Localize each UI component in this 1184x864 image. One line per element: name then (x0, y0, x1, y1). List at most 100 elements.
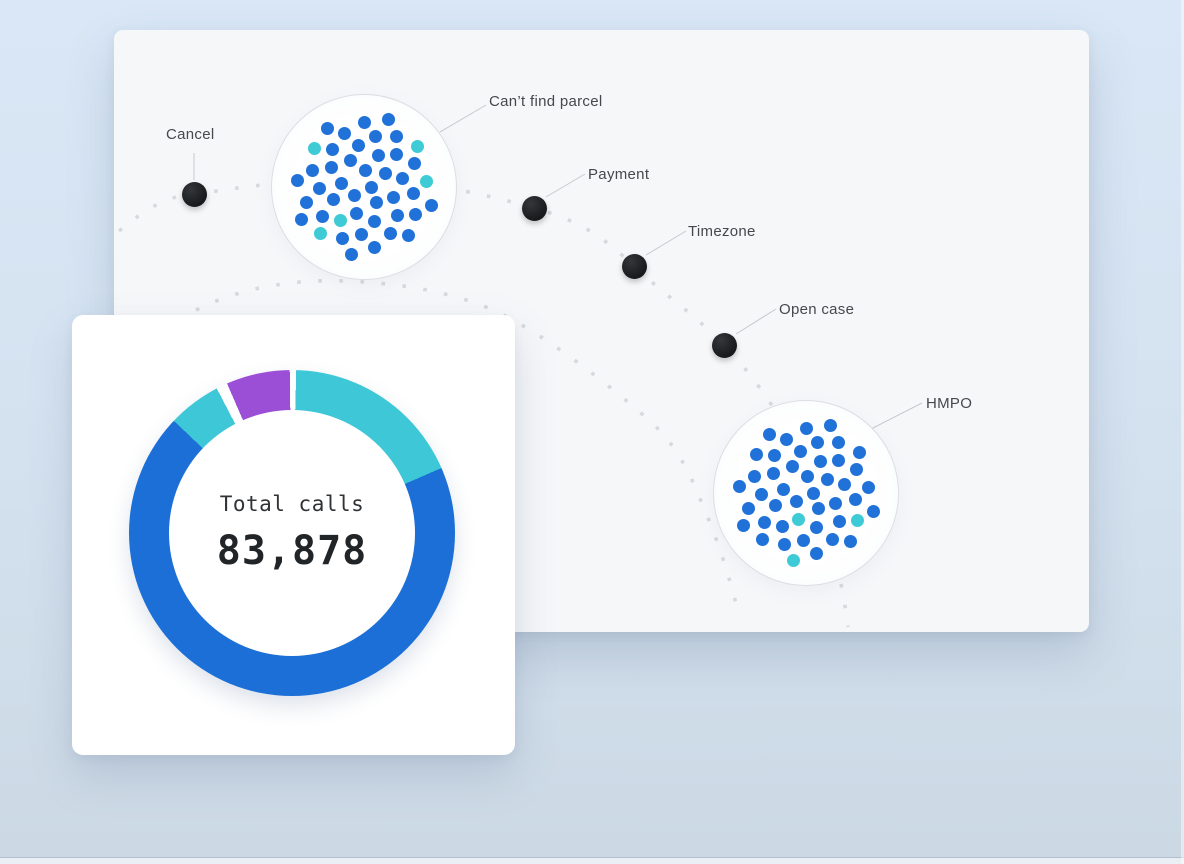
bubble-dot (811, 436, 824, 449)
bubble-dot (365, 181, 378, 194)
bubble-dot (807, 487, 820, 500)
bubble-dot (737, 519, 750, 532)
bubble-dot (755, 488, 768, 501)
bubble-dot (797, 534, 810, 547)
bubble-dot (821, 473, 834, 486)
bubble-dot (368, 215, 381, 228)
bubble-dot (336, 232, 349, 245)
bubble-dot (396, 172, 409, 185)
bubble-dot (812, 502, 825, 515)
bubble-dot (767, 467, 780, 480)
donut-center: Total calls 83,878 (169, 410, 415, 656)
bubble-dot (867, 505, 880, 518)
bubble-dot (833, 515, 846, 528)
bubble-dot (384, 227, 397, 240)
bubble-dot (390, 130, 403, 143)
bubble-dot (306, 164, 319, 177)
bubble-dot (851, 514, 864, 527)
bubble-dot (291, 174, 304, 187)
bubble-dot (409, 208, 422, 221)
bubble-dot (748, 470, 761, 483)
bubble-dot (321, 122, 334, 135)
bubble-dot (359, 164, 372, 177)
bubble-dot (325, 161, 338, 174)
bubble-dot (370, 196, 383, 209)
bubble-dot (369, 130, 382, 143)
bubble-dot (862, 481, 875, 494)
bubble-dot (780, 433, 793, 446)
bubble-dot (750, 448, 763, 461)
bubble-cluster-can-t-find-parcel[interactable] (271, 94, 457, 280)
bubble-dot (391, 209, 404, 222)
bubble-dot (372, 149, 385, 162)
bubble-dot (316, 210, 329, 223)
bubble-dot (358, 116, 371, 129)
bubble-dot (792, 513, 805, 526)
bubble-dot (794, 445, 807, 458)
bubble-dot (768, 449, 781, 462)
bubble-dot (769, 499, 782, 512)
bubble-dot (776, 520, 789, 533)
bubble-dot (379, 167, 392, 180)
bubble-dot (352, 139, 365, 152)
bubble-dot (387, 191, 400, 204)
bubble-dot (407, 187, 420, 200)
bubble-dot (382, 113, 395, 126)
bubble-dot (786, 460, 799, 473)
bubble-dot (334, 214, 347, 227)
bubble-cluster-hmpo[interactable] (713, 400, 899, 586)
bubble-dot (327, 193, 340, 206)
bubble-dot (425, 199, 438, 212)
bubble-dot (300, 196, 313, 209)
bubble-dot (758, 516, 771, 529)
bubble-dot (348, 189, 361, 202)
milestone-dot-open-case[interactable] (712, 333, 737, 358)
milestone-label-open-case: Open case (779, 301, 854, 318)
bubble-dot (326, 143, 339, 156)
bubble-dot (810, 547, 823, 560)
bubble-dot (800, 422, 813, 435)
bubble-dot (313, 182, 326, 195)
milestone-dot-timezone[interactable] (622, 254, 647, 279)
bubble-dot (390, 148, 403, 161)
bubble-dot (824, 419, 837, 432)
bubble-dot (345, 248, 358, 261)
screenshot-stage: CancelCan’t find parcelPaymentTimezoneOp… (0, 0, 1184, 864)
bubble-dot (733, 480, 746, 493)
bubble-dot (810, 521, 823, 534)
total-calls-card: Total calls 83,878 (72, 315, 515, 755)
milestone-label-cancel: Cancel (166, 126, 215, 143)
bubble-dot (844, 535, 857, 548)
milestone-dot-cancel[interactable] (182, 182, 207, 207)
bubble-dot (826, 533, 839, 546)
bubble-dot (742, 502, 755, 515)
bubble-dot (402, 229, 415, 242)
bubble-dot (408, 157, 421, 170)
milestone-label-payment: Payment (588, 166, 649, 183)
bubble-dot (838, 478, 851, 491)
bubble-dot (756, 533, 769, 546)
milestone-label-timezone: Timezone (688, 223, 756, 240)
bubble-dot (853, 446, 866, 459)
bubble-dot (787, 554, 800, 567)
bubble-dot (314, 227, 327, 240)
bubble-dot (850, 463, 863, 476)
bubble-dot (344, 154, 357, 167)
bubble-dot (420, 175, 433, 188)
bubble-dot (335, 177, 348, 190)
bubble-dot (338, 127, 351, 140)
bubble-dot (790, 495, 803, 508)
total-calls-donut-chart[interactable]: Total calls 83,878 (129, 370, 455, 696)
bubble-dot (777, 483, 790, 496)
bubble-dot (801, 470, 814, 483)
bubble-dot (832, 454, 845, 467)
bubble-dot (763, 428, 776, 441)
bubble-dot (368, 241, 381, 254)
bubble-dot (308, 142, 321, 155)
bubble-dot (829, 497, 842, 510)
bubble-dot (411, 140, 424, 153)
milestone-label-hmpo: HMPO (926, 395, 972, 412)
milestone-dot-payment[interactable] (522, 196, 547, 221)
screen-bottom-edge (0, 857, 1184, 864)
bubble-dot (355, 228, 368, 241)
